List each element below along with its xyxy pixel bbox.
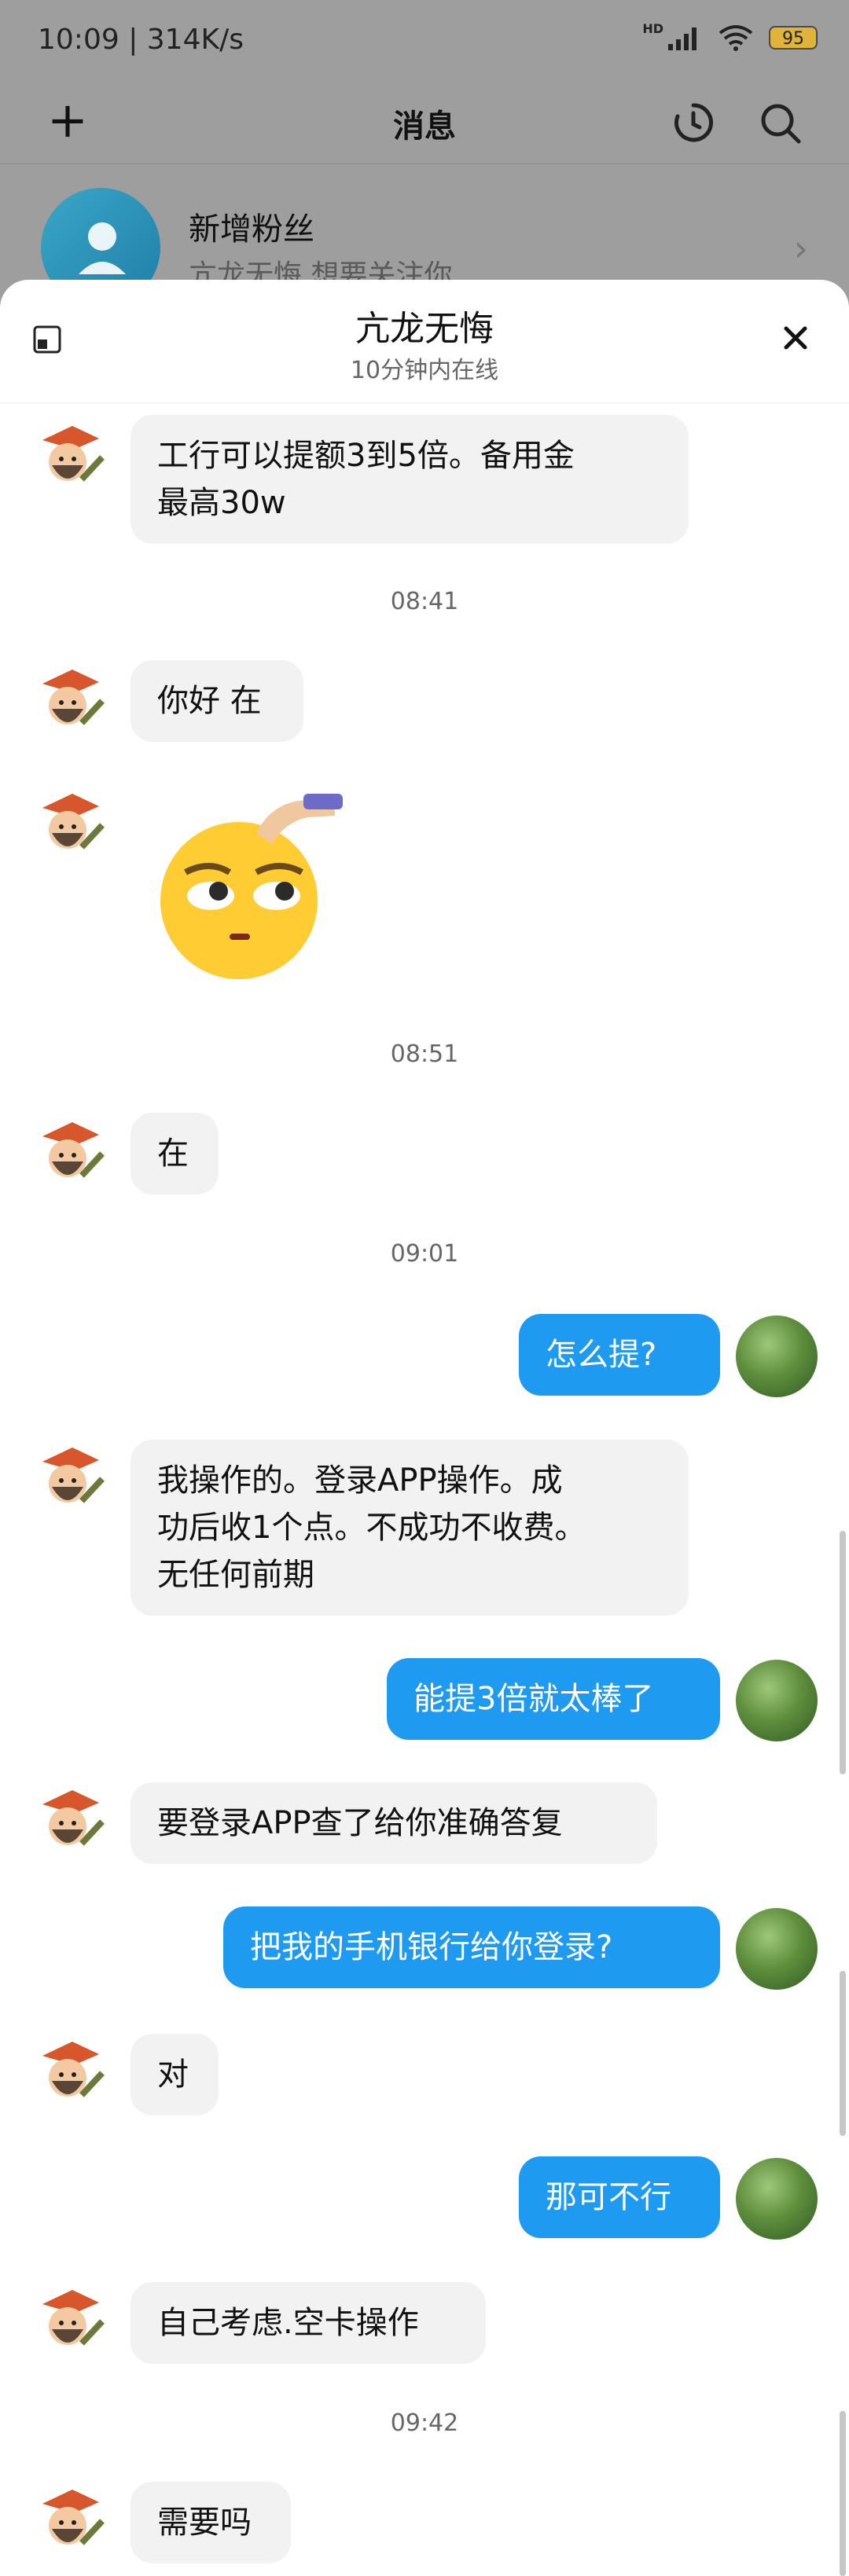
timestamp: 08:41 <box>390 588 459 615</box>
message-bubble[interactable]: 怎么提? <box>519 1314 720 1396</box>
chat-header: 亢龙无悔 10分钟内在线 <box>0 280 849 403</box>
message-bubble[interactable]: 在 <box>130 1113 219 1194</box>
self-avatar[interactable] <box>736 1908 818 1990</box>
cartoon-man-avatar-icon <box>27 1113 108 1194</box>
cartoon-man-avatar-icon <box>27 2480 108 2562</box>
cartoon-man-avatar-icon <box>27 784 108 866</box>
page-title: 消息 <box>393 108 456 145</box>
signal-icon <box>668 28 696 50</box>
status-time-speed: 10:09 | 314K/s <box>38 24 244 56</box>
timestamp: 09:42 <box>390 2409 459 2437</box>
search-icon[interactable] <box>756 99 803 146</box>
message-bubble[interactable]: 能提3倍就太棒了 <box>387 1658 720 1740</box>
timestamp: 08:51 <box>390 1040 459 1068</box>
contact-avatar[interactable] <box>27 2480 108 2562</box>
cartoon-man-avatar-icon <box>27 2281 108 2362</box>
battery-indicator: 95 <box>769 26 818 50</box>
message-bubble[interactable]: 对 <box>130 2034 219 2115</box>
new-followers-row[interactable]: 新增粉丝 亢龙无悔 想要关注你 › <box>0 163 849 307</box>
contact-avatar[interactable] <box>27 2032 108 2114</box>
chevron-right-icon: › <box>793 227 808 270</box>
timestamp: 09:01 <box>390 1240 459 1268</box>
message-bubble[interactable]: 工行可以提额3到5倍。备用金 最高30w <box>130 415 689 544</box>
top-bar: + 消息 <box>0 82 849 163</box>
contact-avatar[interactable] <box>27 416 108 498</box>
message-bubble[interactable]: 需要吗 <box>130 2482 291 2563</box>
message-bubble[interactable]: 那可不行 <box>519 2156 720 2238</box>
hd-label: HD <box>642 20 663 36</box>
cartoon-man-avatar-icon <box>27 660 108 742</box>
cartoon-man-avatar-icon <box>27 1438 108 1520</box>
message-bubble[interactable]: 自己考虑.空卡操作 <box>130 2282 486 2364</box>
cartoon-man-avatar-icon <box>27 2032 108 2114</box>
contact-avatar[interactable] <box>27 660 108 742</box>
status-icons: HD 95 <box>642 20 818 52</box>
self-avatar[interactable] <box>736 1660 818 1741</box>
contact-avatar[interactable] <box>27 1438 108 1520</box>
wifi-icon <box>719 25 753 51</box>
eye-roll-emoji-sticker[interactable] <box>154 794 343 982</box>
status-bar: 10:09 | 314K/s HD 95 <box>0 0 849 82</box>
scrollbar-thumb[interactable] <box>840 1531 846 1774</box>
new-followers-title: 新增粉丝 <box>189 211 314 248</box>
close-icon[interactable] <box>777 319 814 357</box>
message-bubble[interactable]: 要登录APP查了给你准确答复 <box>130 1782 657 1864</box>
message-bubble[interactable]: 你好 在 <box>130 660 303 742</box>
chat-sheet: 亢龙无悔 10分钟内在线 工行可以提额3到5倍。备用金 最高30w 08:41 … <box>0 280 849 2576</box>
refresh-icon[interactable] <box>670 99 717 146</box>
chat-title: 亢龙无悔 <box>355 309 494 349</box>
self-avatar[interactable] <box>736 1316 818 1397</box>
cartoon-man-avatar-icon <box>27 416 108 498</box>
chat-status: 10分钟内在线 <box>350 357 499 384</box>
messages-screen: 10:09 | 314K/s HD 95 + 消息 新增粉丝 亢龙无悔 想要关注… <box>0 0 849 2576</box>
contact-avatar[interactable] <box>27 1113 108 1194</box>
message-bubble[interactable]: 把我的手机银行给你登录? <box>223 1906 720 1988</box>
contact-avatar[interactable] <box>27 1781 108 1862</box>
cartoon-man-avatar-icon <box>27 1781 108 1862</box>
message-bubble[interactable]: 我操作的。登录APP操作。成 功后收1个点。不成功不收费。 无任何前期 <box>130 1440 689 1616</box>
contact-avatar[interactable] <box>27 2281 108 2362</box>
self-avatar[interactable] <box>736 2158 818 2240</box>
contact-avatar[interactable] <box>27 784 108 866</box>
scrollbar-thumb[interactable] <box>840 2411 846 2576</box>
scrollbar-thumb[interactable] <box>840 1971 846 2136</box>
